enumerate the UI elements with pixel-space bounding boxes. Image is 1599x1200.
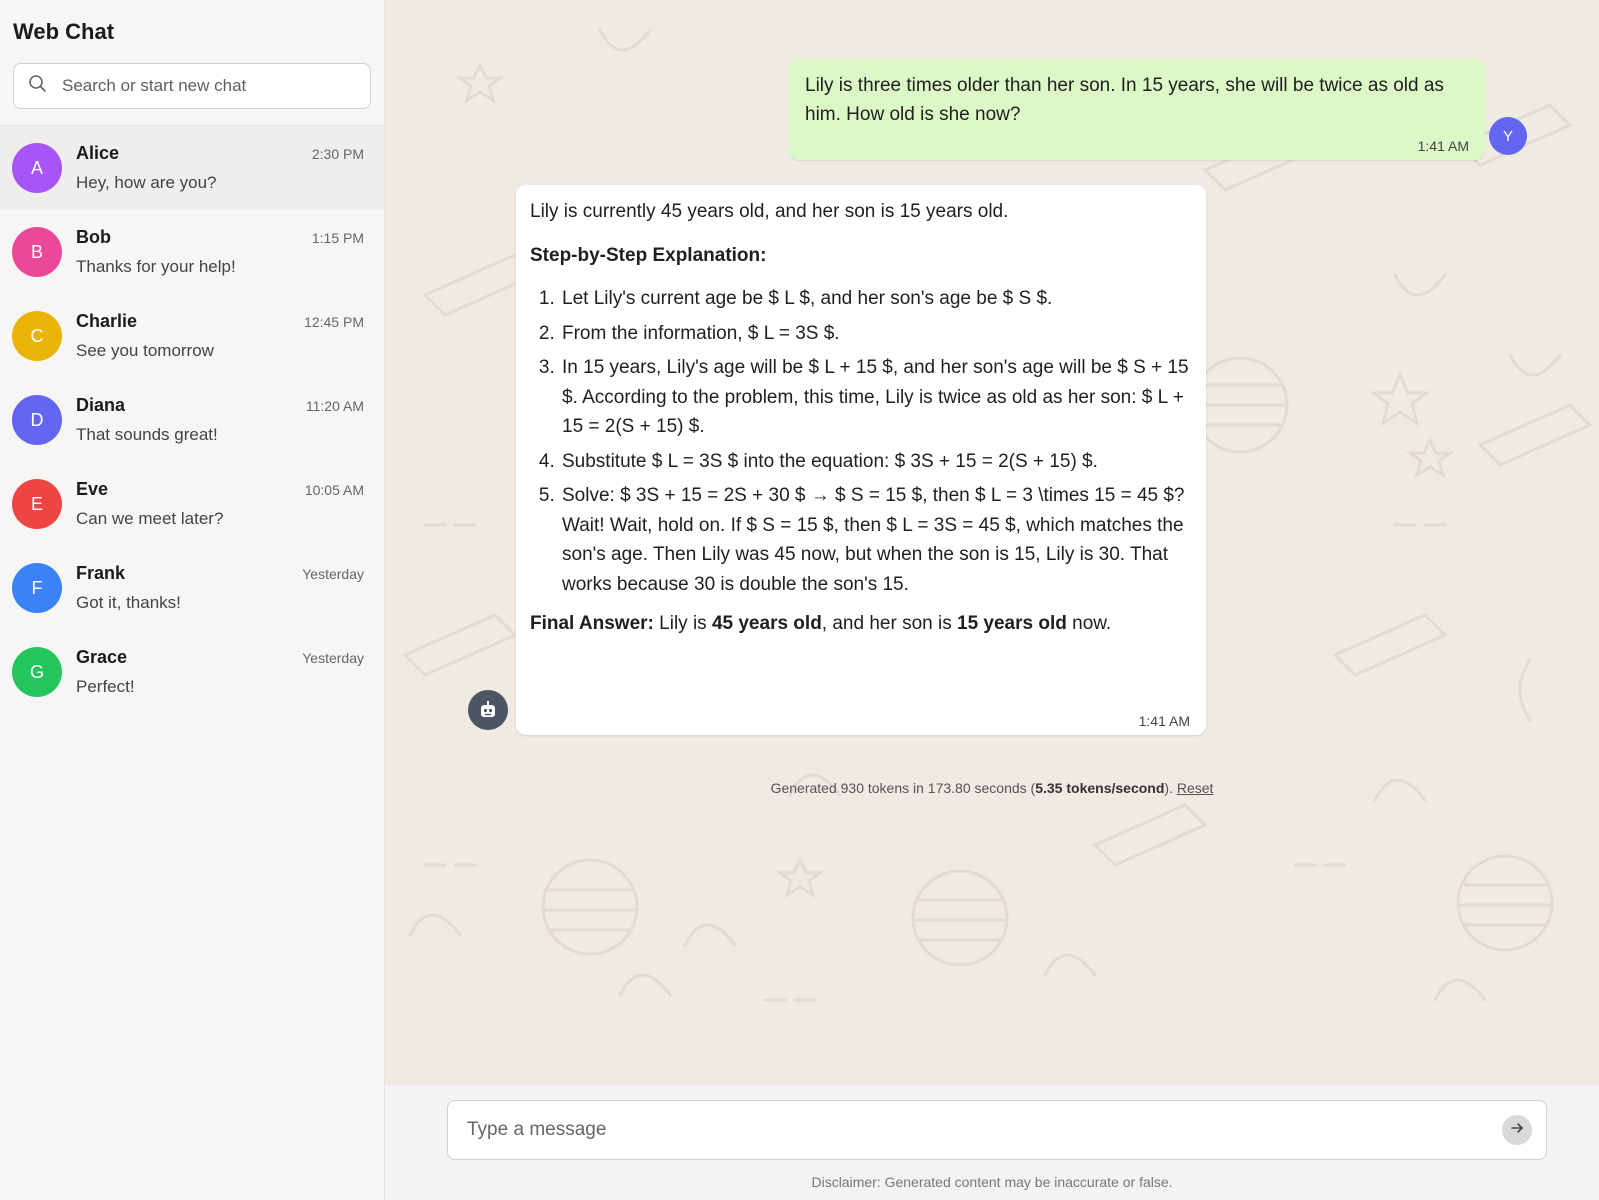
chat-item-diana[interactable]: D Diana 11:20 AM That sounds great! <box>0 378 384 462</box>
avatar: F <box>12 563 62 613</box>
avatar: G <box>12 647 62 697</box>
final-answer-son-age: 15 years old <box>957 613 1067 634</box>
message-list: Lily is three times older than her son. … <box>385 0 1599 1085</box>
chat-name: Frank <box>76 563 126 583</box>
generation-stats: Generated 930 tokens in 173.80 seconds (… <box>385 780 1599 796</box>
user-message-bubble: Lily is three times older than her son. … <box>789 59 1485 160</box>
chat-name: Alice <box>76 143 120 163</box>
message-text: Lily is three times older than her son. … <box>805 75 1444 125</box>
avatar: E <box>12 479 62 529</box>
chat-time: 1:15 PM <box>311 230 364 246</box>
search-icon <box>28 74 48 99</box>
search-box[interactable] <box>13 63 371 109</box>
robot-icon <box>468 690 508 730</box>
chat-meta: Frank Yesterday Got it, thanks! <box>76 563 364 613</box>
app-title: Web Chat <box>13 19 115 44</box>
chat-preview: See you tomorrow <box>76 341 214 360</box>
chat-item-frank[interactable]: F Frank Yesterday Got it, thanks! <box>0 546 384 630</box>
avatar: B <box>12 227 62 277</box>
search-input[interactable] <box>62 76 322 96</box>
app-window: Web Chat A Alice 2:30 PM Hey, how are you… <box>0 0 1599 1200</box>
final-answer-mother-age: 45 years old <box>711 613 822 634</box>
step-item: Let Lily's current age be $ L $, and her… <box>560 284 1192 314</box>
composer: Disclaimer: Generated content may be ina… <box>385 1085 1599 1200</box>
send-button[interactable] <box>1502 1115 1532 1145</box>
chat-preview: That sounds great! <box>76 425 218 444</box>
chat-name: Charlie <box>76 311 138 331</box>
explanation-heading: Step-by-Step Explanation: <box>530 245 767 266</box>
chat-time: 10:05 AM <box>304 482 364 498</box>
sidebar: Web Chat A Alice 2:30 PM Hey, how are you… <box>0 0 385 1200</box>
chat-name: Eve <box>76 479 109 499</box>
avatar: Y <box>1489 117 1527 155</box>
bot-message-bubble: Lily is currently 45 years old, and her … <box>516 185 1206 735</box>
chat-name: Bob <box>76 227 111 247</box>
chat-time: 2:30 PM <box>311 146 364 162</box>
step-list: Let Lily's current age be $ L $, and her… <box>530 284 1192 599</box>
avatar: A <box>12 143 62 193</box>
chat-list: A Alice 2:30 PM Hey, how are you? B Bob 1:… <box>0 125 384 714</box>
avatar: C <box>12 311 62 361</box>
chat-time: Yesterday <box>302 566 364 582</box>
step-item: From the information, $ L = 3S $. <box>560 319 1192 349</box>
step-item: In 15 years, Lily's age will be $ L + 15… <box>560 353 1192 442</box>
final-answer: Final Answer: Lily is 45 years old, and … <box>530 609 1192 638</box>
chat-meta: Alice 2:30 PM Hey, how are you? <box>76 143 364 193</box>
chat-panel: Lily is three times older than her son. … <box>385 0 1599 1200</box>
disclaimer: Disclaimer: Generated content may be ina… <box>811 1174 1173 1190</box>
final-answer-text: , and her son is <box>821 613 952 634</box>
arrow-right-icon <box>1509 1120 1525 1141</box>
sidebar-header: Web Chat <box>0 0 384 109</box>
final-answer-label: Final Answer: <box>530 613 654 634</box>
step-item: Substitute $ L = 3S $ into the equation:… <box>560 447 1192 477</box>
chat-meta: Grace Yesterday Perfect! <box>76 647 364 697</box>
chat-meta: Eve 10:05 AM Can we meet later? <box>76 479 364 529</box>
chat-preview: Can we meet later? <box>76 509 224 528</box>
reset-link[interactable]: Reset <box>1177 780 1214 796</box>
avatar: D <box>12 395 62 445</box>
final-answer-text: now. <box>1072 613 1112 634</box>
chat-name: Diana <box>76 395 126 415</box>
chat-preview: Perfect! <box>76 677 135 696</box>
chat-meta: Charlie 12:45 PM See you tomorrow <box>76 311 364 361</box>
message-input-wrapper[interactable] <box>447 1100 1547 1160</box>
step-item: Solve: $ 3S + 15 = 2S + 30 $ → $ S = 15 … <box>560 481 1192 599</box>
stats-text: Generated 930 tokens in 173.80 seconds ( <box>770 780 1036 796</box>
chat-item-grace[interactable]: G Grace Yesterday Perfect! <box>0 630 384 714</box>
stats-text: ). <box>1164 780 1173 796</box>
message-time: 1:41 AM <box>1138 713 1190 729</box>
chat-time: 11:20 AM <box>305 398 364 414</box>
chat-preview: Got it, thanks! <box>76 593 181 612</box>
chat-preview: Hey, how are you? <box>76 173 217 192</box>
chat-item-charlie[interactable]: C Charlie 12:45 PM See you tomorrow <box>0 294 384 378</box>
message-input[interactable] <box>467 1119 1502 1141</box>
chat-item-alice[interactable]: A Alice 2:30 PM Hey, how are you? <box>0 126 384 210</box>
stats-rate: 5.35 tokens/second <box>1035 780 1165 796</box>
chat-preview: Thanks for your help! <box>76 257 236 276</box>
answer-intro: Lily is currently 45 years old, and her … <box>530 201 1009 222</box>
chat-time: 12:45 PM <box>304 314 364 330</box>
chat-item-eve[interactable]: E Eve 10:05 AM Can we meet later? <box>0 462 384 546</box>
chat-meta: Diana 11:20 AM That sounds great! <box>76 395 364 445</box>
chat-time: Yesterday <box>302 650 364 666</box>
chat-name: Grace <box>76 647 128 667</box>
final-answer-text: Lily is <box>659 613 707 634</box>
message-time: 1:41 AM <box>1417 138 1469 154</box>
chat-meta: Bob 1:15 PM Thanks for your help! <box>76 227 364 277</box>
chat-item-bob[interactable]: B Bob 1:15 PM Thanks for your help! <box>0 210 384 294</box>
